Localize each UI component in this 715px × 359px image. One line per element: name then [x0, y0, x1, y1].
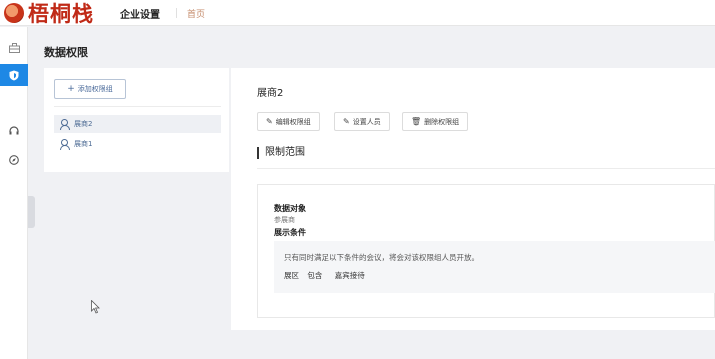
group-item-label: 展商1: [74, 140, 93, 148]
trash-icon: 🗑: [411, 117, 422, 126]
set-members-label: 设置人员: [352, 117, 381, 126]
logo-text: 梧桐栈: [28, 1, 94, 26]
edit-icon: ✎: [266, 117, 273, 126]
condition-rule: 展区 包含 嘉宾接待: [284, 270, 371, 281]
sidebar-collapse-handle[interactable]: [28, 196, 35, 228]
group-list-panel: + 添加权限组 展商2 展商1: [44, 68, 229, 172]
briefcase-icon[interactable]: [0, 37, 28, 59]
condition-note: 只有同时满足以下条件的会议，将会对该权限组人员开放。: [284, 253, 479, 262]
page-title: 数据权限: [44, 46, 88, 59]
condition-value: 嘉宾接待: [334, 271, 365, 280]
shield-icon[interactable]: [0, 64, 28, 86]
data-object-value: 参展商: [274, 216, 295, 224]
add-group-label: 添加权限组: [77, 85, 113, 93]
section-title: 限制范围: [257, 147, 305, 159]
data-object-label: 数据对象: [274, 204, 306, 213]
divider: [257, 168, 715, 169]
compass-icon[interactable]: [0, 149, 28, 171]
user-group-icon: [60, 139, 70, 150]
condition-operator: 包含: [307, 271, 323, 280]
group-detail-panel: 展商2 ✎ 编辑权限组 ✎ 设置人员 🗑 删除权限组 限制范围 数据对象 参展商…: [231, 68, 715, 330]
edit-group-button[interactable]: ✎ 编辑权限组: [257, 112, 320, 131]
divider: [54, 106, 221, 107]
group-item-label: 展商2: [74, 120, 93, 128]
group-item[interactable]: 展商2: [54, 115, 221, 133]
logo[interactable]: 梧桐栈: [4, 0, 94, 26]
logo-mark-icon: [4, 3, 24, 23]
nav-enterprise-settings[interactable]: 企业设置: [120, 6, 160, 21]
set-members-button[interactable]: ✎ 设置人员: [334, 112, 390, 131]
rule-card: 数据对象 参展商 展示条件 只有同时满足以下条件的会议，将会对该权限组人员开放。…: [257, 184, 715, 318]
add-group-button[interactable]: + 添加权限组: [54, 79, 126, 99]
condition-label: 展示条件: [274, 228, 306, 237]
delete-group-button[interactable]: 🗑 删除权限组: [402, 112, 469, 131]
top-bar: 梧桐栈 企业设置 首页: [0, 0, 715, 26]
nav-divider: [176, 8, 177, 18]
edit-icon: ✎: [343, 117, 350, 126]
edit-group-label: 编辑权限组: [275, 117, 311, 126]
delete-group-label: 删除权限组: [424, 117, 460, 126]
plus-icon: +: [67, 84, 75, 94]
group-item[interactable]: 展商1: [54, 135, 221, 153]
condition-box: 只有同时满足以下条件的会议，将会对该权限组人员开放。 展区 包含 嘉宾接待: [274, 241, 715, 293]
group-title: 展商2: [257, 88, 284, 99]
icon-sidebar: [0, 27, 28, 359]
user-group-icon: [60, 119, 70, 130]
condition-field: 展区: [284, 271, 299, 280]
mouse-cursor-icon: [91, 299, 101, 317]
headset-icon[interactable]: [0, 120, 28, 142]
nav-home[interactable]: 首页: [187, 7, 205, 20]
